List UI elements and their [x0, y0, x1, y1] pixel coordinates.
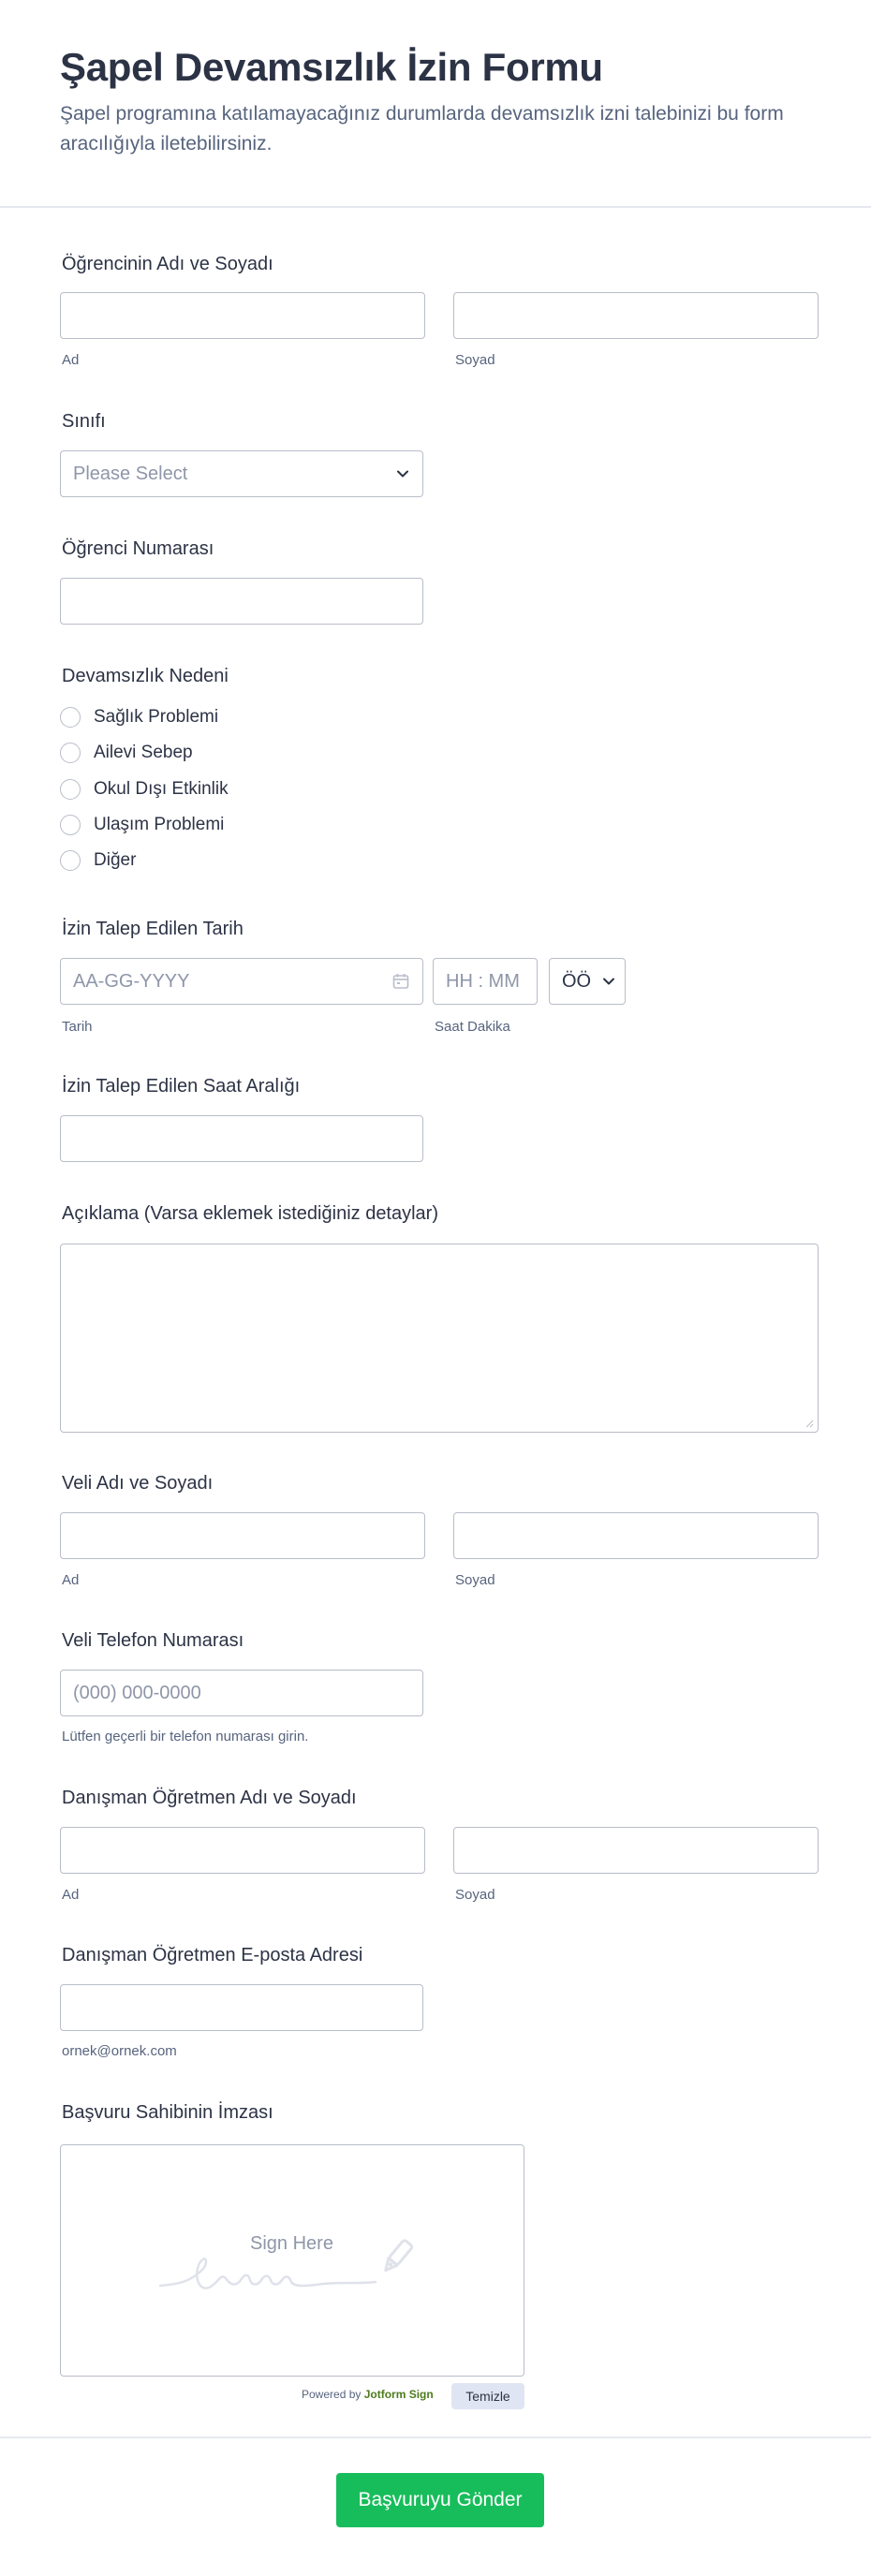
radio-option[interactable]: Diğer [60, 847, 136, 874]
time-input[interactable]: HH : MM [433, 958, 538, 1005]
class-label: Sınıfı [62, 411, 106, 432]
advisor-name-label: Danışman Öğretmen Adı ve Soyadı [62, 1788, 357, 1808]
student-number-label: Öğrenci Numarası [62, 538, 214, 559]
radio-circle-icon[interactable] [60, 850, 81, 871]
radio-option-label: Okul Dışı Etkinlik [94, 779, 229, 799]
advisor-first-name-input[interactable] [60, 1827, 425, 1874]
reason-label: Devamsızlık Nedeni [62, 666, 229, 686]
parent-last-name-sublabel: Soyad [455, 1572, 495, 1588]
time-placeholder: HH : MM [446, 971, 520, 992]
form-title: Şapel Devamsızlık İzin Formu [60, 45, 603, 89]
radio-option-label: Sağlık Problemi [94, 707, 219, 727]
radio-option-label: Ulaşım Problemi [94, 815, 225, 834]
radio-option[interactable]: Sağlık Problemi [60, 704, 218, 730]
phone-placeholder: (000) 000-0000 [73, 1683, 201, 1703]
student-first-name-sublabel: Ad [62, 352, 80, 368]
resize-grip-icon[interactable] [805, 1419, 814, 1428]
description-textarea[interactable] [60, 1244, 819, 1433]
advisor-first-name-sublabel: Ad [62, 1887, 80, 1903]
clear-signature-button[interactable]: Temizle [451, 2383, 524, 2409]
radio-option[interactable]: Okul Dışı Etkinlik [60, 776, 229, 802]
powered-prefix: Powered by [302, 2388, 362, 2401]
radio-circle-icon[interactable] [60, 707, 81, 728]
time-range-label: İzin Talep Edilen Saat Aralığı [62, 1076, 301, 1097]
student-last-name-sublabel: Soyad [455, 352, 495, 368]
radio-circle-icon[interactable] [60, 779, 81, 800]
advisor-email-input[interactable] [60, 1984, 423, 2031]
student-first-name-input[interactable] [60, 292, 425, 339]
submit-button[interactable]: Başvuruyu Gönder [336, 2473, 544, 2527]
date-sublabel: Tarih [62, 1019, 93, 1035]
radio-circle-icon[interactable] [60, 815, 81, 835]
radio-option-label: Ailevi Sebep [94, 743, 193, 762]
parent-first-name-sublabel: Ad [62, 1572, 80, 1588]
student-last-name-input[interactable] [453, 292, 819, 339]
ampm-select[interactable]: ÖÖ [549, 958, 626, 1005]
ampm-value: ÖÖ [562, 971, 592, 992]
calendar-icon[interactable] [392, 973, 409, 990]
description-label: Açıklama (Varsa eklemek istediğiniz deta… [62, 1203, 439, 1224]
powered-brand[interactable]: Jotform Sign [364, 2388, 434, 2401]
advisor-last-name-sublabel: Soyad [455, 1887, 495, 1903]
parent-first-name-input[interactable] [60, 1512, 425, 1559]
date-placeholder: AA-GG-YYYY [73, 971, 190, 992]
advisor-email-label: Danışman Öğretmen E-posta Adresi [62, 1945, 363, 1965]
radio-option[interactable]: Ailevi Sebep [60, 740, 193, 766]
chevron-down-icon [397, 470, 408, 478]
parent-phone-label: Veli Telefon Numarası [62, 1630, 244, 1651]
parent-last-name-input[interactable] [453, 1512, 819, 1559]
pen-icon [384, 2239, 414, 2273]
date-label: İzin Talep Edilen Tarih [62, 919, 244, 939]
student-number-input[interactable] [60, 578, 423, 625]
advisor-last-name-input[interactable] [453, 1827, 819, 1874]
chevron-down-icon [603, 978, 614, 985]
student-name-label: Öğrencinin Adı ve Soyadı [62, 254, 273, 274]
radio-option-label: Diğer [94, 850, 137, 870]
form-subtitle: Şapel programına katılamayacağınız durum… [60, 103, 784, 155]
class-select-placeholder: Please Select [73, 464, 188, 484]
parent-phone-sublabel: Lütfen geçerli bir telefon numarası giri… [62, 1729, 309, 1744]
advisor-email-sublabel: ornek@ornek.com [62, 2043, 177, 2059]
form-footer: Başvuruyu Gönder [0, 2436, 871, 2576]
signature-pad[interactable]: Sign Here [60, 2144, 524, 2377]
radio-circle-icon[interactable] [60, 743, 81, 763]
time-sublabel: Saat Dakika [435, 1019, 510, 1035]
form-header: Şapel Devamsızlık İzin Formu Şapel progr… [0, 0, 871, 208]
parent-phone-input[interactable]: (000) 000-0000 [60, 1670, 423, 1716]
signature-label: Başvuru Sahibinin İmzası [62, 2102, 273, 2123]
time-range-input[interactable] [60, 1115, 423, 1162]
powered-by: Powered by Jotform Sign [302, 2388, 434, 2401]
date-input[interactable]: AA-GG-YYYY [60, 958, 423, 1005]
radio-option[interactable]: Ulaşım Problemi [60, 812, 224, 838]
class-select[interactable]: Please Select [60, 450, 423, 497]
parent-name-label: Veli Adı ve Soyadı [62, 1473, 214, 1494]
